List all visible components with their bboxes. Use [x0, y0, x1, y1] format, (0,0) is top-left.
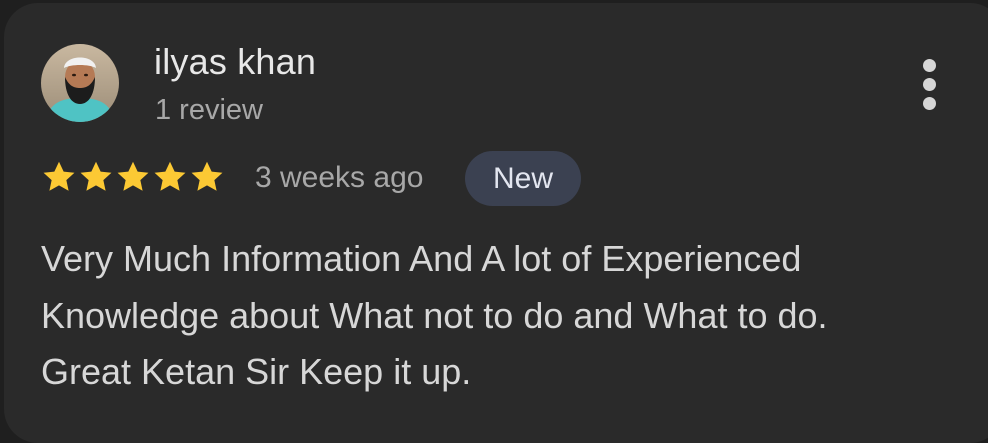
author-review-count: 1 review	[155, 94, 263, 126]
avatar-photo	[41, 44, 119, 122]
more-vert-icon	[923, 59, 936, 72]
avatar[interactable]	[41, 44, 119, 122]
review-card: ilyas khan 1 review 3 weeks ago New Very…	[4, 3, 988, 443]
review-time: 3 weeks ago	[255, 161, 424, 194]
author-name[interactable]: ilyas khan	[154, 41, 316, 83]
star-icon	[154, 161, 186, 191]
review-text-line: Great Ketan Sir Keep it up.	[41, 351, 472, 392]
review-text-line: Very Much Information And A lot of Exper…	[41, 238, 802, 279]
review-text: Very Much Information And A lot of Exper…	[41, 231, 941, 401]
star-rating	[41, 159, 225, 195]
more-vert-icon-dot	[923, 97, 936, 110]
more-vert-icon-dot	[923, 78, 936, 91]
star-icon	[117, 161, 149, 191]
more-options-button[interactable]	[910, 57, 950, 113]
review-text-line: Knowledge about What not to do and What …	[41, 294, 828, 336]
star-icon	[43, 161, 75, 191]
star-icon	[80, 161, 112, 191]
new-badge: New	[465, 151, 581, 206]
star-icon	[191, 161, 223, 191]
